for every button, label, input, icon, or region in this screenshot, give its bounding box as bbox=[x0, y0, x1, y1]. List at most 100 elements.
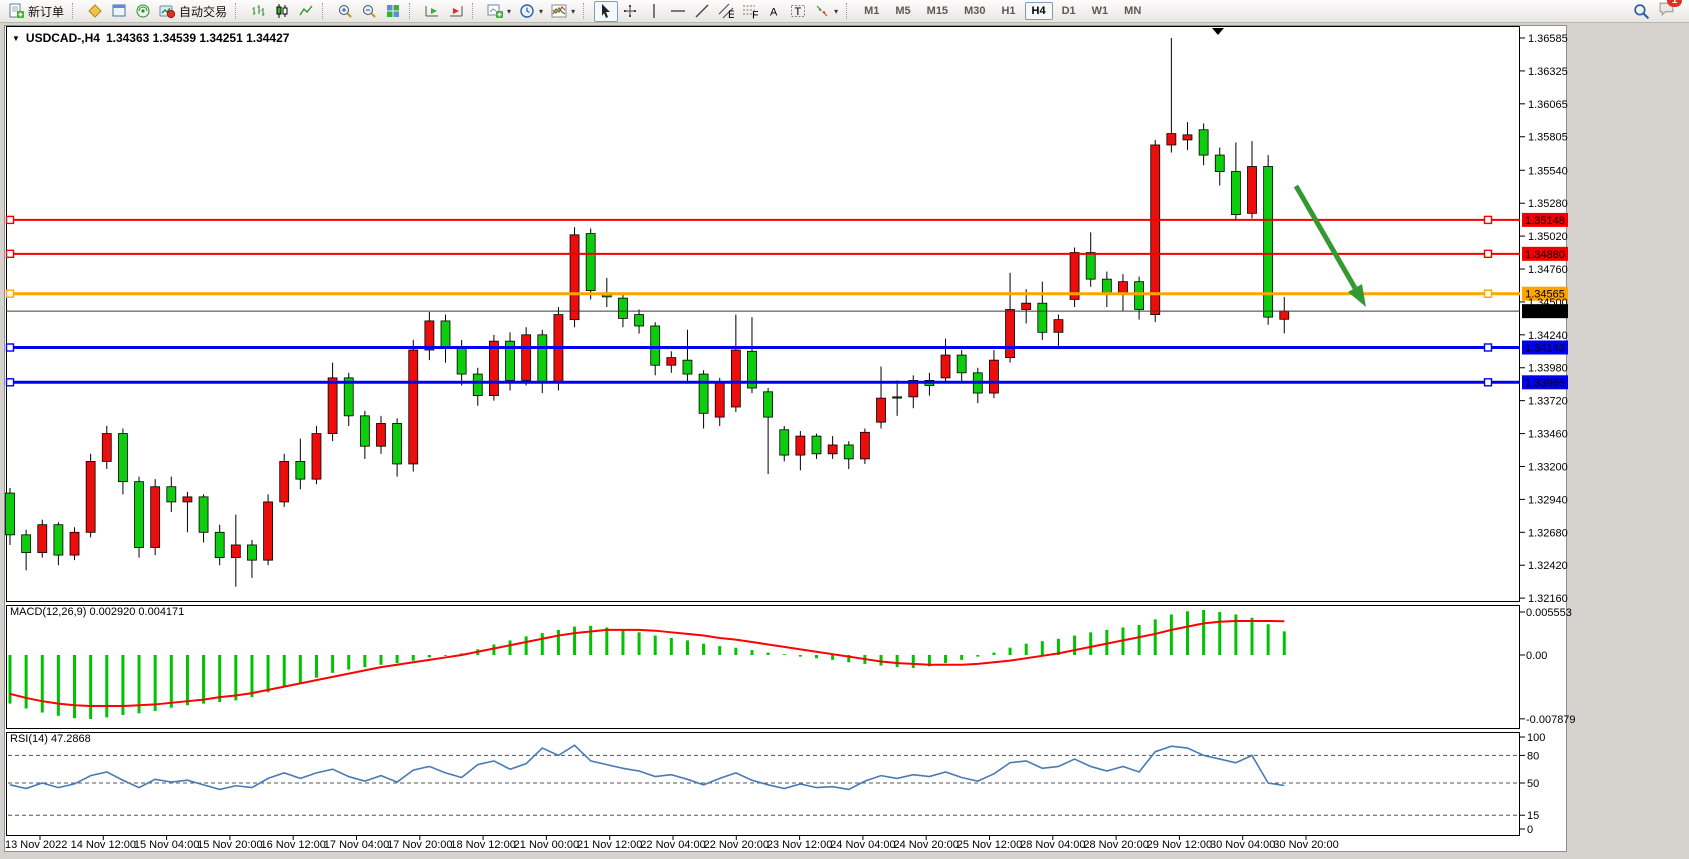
tile-windows-icon bbox=[385, 3, 401, 19]
x-axis-label[interactable]: 22 Nov 04:00 bbox=[640, 839, 705, 851]
x-axis-label[interactable]: 15 Nov 20:00 bbox=[197, 839, 262, 851]
chart-shift-icon bbox=[448, 3, 464, 19]
x-axis-label[interactable]: 17 Nov 04:00 bbox=[324, 839, 389, 851]
autoscroll-button[interactable] bbox=[420, 1, 444, 22]
candlestick bbox=[38, 525, 47, 553]
timeframe-button-h1[interactable]: H1 bbox=[994, 2, 1022, 20]
zoom-in-button[interactable] bbox=[333, 1, 357, 22]
rsi-axis-label: 80 bbox=[1527, 750, 1539, 762]
main-panel[interactable] bbox=[7, 27, 1520, 602]
chart-shift-button[interactable] bbox=[444, 1, 468, 22]
x-axis-label[interactable]: 21 Nov 00:00 bbox=[514, 839, 579, 851]
candlestick bbox=[796, 436, 805, 455]
y-axis-label: 1.32940 bbox=[1528, 494, 1568, 506]
data-window-button[interactable] bbox=[107, 1, 131, 22]
timeframe-button-m30[interactable]: M30 bbox=[957, 2, 992, 20]
candlestick bbox=[102, 434, 111, 462]
search-icon[interactable] bbox=[1633, 3, 1650, 20]
x-axis-label[interactable]: 22 Nov 20:00 bbox=[704, 839, 769, 851]
y-axis-label: 1.36585 bbox=[1528, 33, 1568, 45]
navigator-button[interactable] bbox=[131, 1, 155, 22]
arrows-dropdown[interactable]: ▾ bbox=[810, 1, 842, 22]
indicators-dropdown[interactable]: ▾ bbox=[547, 1, 579, 22]
autotrade-icon bbox=[159, 3, 175, 19]
candlestick bbox=[538, 335, 547, 383]
line-handle[interactable] bbox=[1485, 216, 1492, 223]
x-axis-label[interactable]: 16 Nov 12:00 bbox=[260, 839, 325, 851]
timeframe-button-m1[interactable]: M1 bbox=[857, 2, 886, 20]
x-axis-label[interactable]: 28 Nov 20:00 bbox=[1083, 839, 1148, 851]
y-axis-label: 1.34760 bbox=[1528, 264, 1568, 276]
line-chart-button[interactable] bbox=[294, 1, 318, 22]
x-axis-label[interactable]: 24 Nov 20:00 bbox=[893, 839, 958, 851]
line-handle[interactable] bbox=[1485, 250, 1492, 257]
autotrade-button[interactable]: 自动交易 bbox=[155, 1, 231, 22]
line-handle[interactable] bbox=[7, 216, 14, 223]
rsi-axis-label: 15 bbox=[1527, 810, 1539, 822]
x-axis-label[interactable]: 30 Nov 20:00 bbox=[1273, 839, 1338, 851]
x-axis-label[interactable]: 25 Nov 12:00 bbox=[957, 839, 1022, 851]
fibonacci-tool-button[interactable]: F bbox=[738, 1, 762, 22]
periods-dropdown[interactable]: ▾ bbox=[515, 1, 547, 22]
line-handle[interactable] bbox=[7, 290, 14, 297]
zoom-out-button[interactable] bbox=[357, 1, 381, 22]
candlestick bbox=[1215, 155, 1224, 171]
candlestick bbox=[731, 350, 740, 407]
candlestick-chart-button[interactable] bbox=[270, 1, 294, 22]
horizontal-line-tool-button[interactable] bbox=[666, 1, 690, 22]
text-label-tool-button[interactable]: T bbox=[786, 1, 810, 22]
line-handle[interactable] bbox=[1485, 379, 1492, 386]
timeframe-button-m15[interactable]: M15 bbox=[920, 2, 955, 20]
macd-panel[interactable] bbox=[7, 606, 1520, 729]
trendline-tool-button[interactable] bbox=[690, 1, 714, 22]
timeframe-button-m5[interactable]: M5 bbox=[888, 2, 917, 20]
x-axis-label[interactable]: 23 Nov 12:00 bbox=[767, 839, 832, 851]
x-axis-label[interactable]: 21 Nov 12:00 bbox=[577, 839, 642, 851]
text-tool-button[interactable]: A bbox=[762, 1, 786, 22]
x-axis-label[interactable]: 13 Nov 2022 bbox=[5, 839, 67, 851]
arrows-icon bbox=[814, 3, 830, 19]
line-handle[interactable] bbox=[7, 379, 14, 386]
bar-chart-button[interactable] bbox=[246, 1, 270, 22]
x-axis-label[interactable]: 17 Nov 20:00 bbox=[387, 839, 452, 851]
candlestick bbox=[586, 234, 595, 291]
x-axis-label[interactable]: 29 Nov 12:00 bbox=[1147, 839, 1212, 851]
chart-dropdown-icon[interactable]: ▼ bbox=[12, 34, 20, 43]
line-handle[interactable] bbox=[7, 344, 14, 351]
timeframe-button-h4[interactable]: H4 bbox=[1025, 2, 1053, 20]
x-axis-label[interactable]: 30 Nov 04:00 bbox=[1210, 839, 1275, 851]
y-axis-label: 1.32160 bbox=[1528, 593, 1568, 605]
timeframe-button-mn[interactable]: MN bbox=[1117, 2, 1148, 20]
tile-windows-button[interactable] bbox=[381, 1, 405, 22]
candlestick bbox=[699, 374, 708, 413]
notifications-button[interactable]: 1 bbox=[1658, 0, 1675, 22]
vertical-line-tool-button[interactable] bbox=[642, 1, 666, 22]
candlestick bbox=[1151, 145, 1160, 315]
new-chart-dropdown[interactable]: ▾ bbox=[483, 1, 515, 22]
candlestick bbox=[54, 525, 63, 555]
candlestick bbox=[135, 482, 144, 548]
cursor-tool-button[interactable] bbox=[594, 1, 618, 22]
timeframe-button-w1[interactable]: W1 bbox=[1085, 2, 1116, 20]
market-watch-button[interactable] bbox=[83, 1, 107, 22]
x-axis-label[interactable]: 14 Nov 12:00 bbox=[71, 839, 136, 851]
y-axis-label: 1.36325 bbox=[1528, 66, 1568, 78]
y-axis-label: 1.32420 bbox=[1528, 560, 1568, 572]
new-chart-icon bbox=[487, 3, 503, 19]
candlestick bbox=[667, 358, 676, 366]
candlestick bbox=[167, 487, 176, 502]
channel-tool-button[interactable]: E bbox=[714, 1, 738, 22]
line-handle[interactable] bbox=[1485, 344, 1492, 351]
x-axis-label[interactable]: 28 Nov 04:00 bbox=[1020, 839, 1085, 851]
new-order-button[interactable]: 新订单 bbox=[4, 1, 68, 22]
x-axis-label[interactable]: 24 Nov 04:00 bbox=[830, 839, 895, 851]
svg-text:E: E bbox=[728, 9, 734, 19]
crosshair-tool-button[interactable] bbox=[618, 1, 642, 22]
zoom-out-icon bbox=[361, 3, 377, 19]
line-handle[interactable] bbox=[7, 250, 14, 257]
timeframe-button-d1[interactable]: D1 bbox=[1055, 2, 1083, 20]
x-axis-label[interactable]: 15 Nov 04:00 bbox=[134, 839, 199, 851]
line-handle[interactable] bbox=[1485, 290, 1492, 297]
x-axis-label[interactable]: 18 Nov 12:00 bbox=[450, 839, 515, 851]
chart-ohlc-values: 1.34363 1.34539 1.34251 1.34427 bbox=[106, 31, 290, 45]
